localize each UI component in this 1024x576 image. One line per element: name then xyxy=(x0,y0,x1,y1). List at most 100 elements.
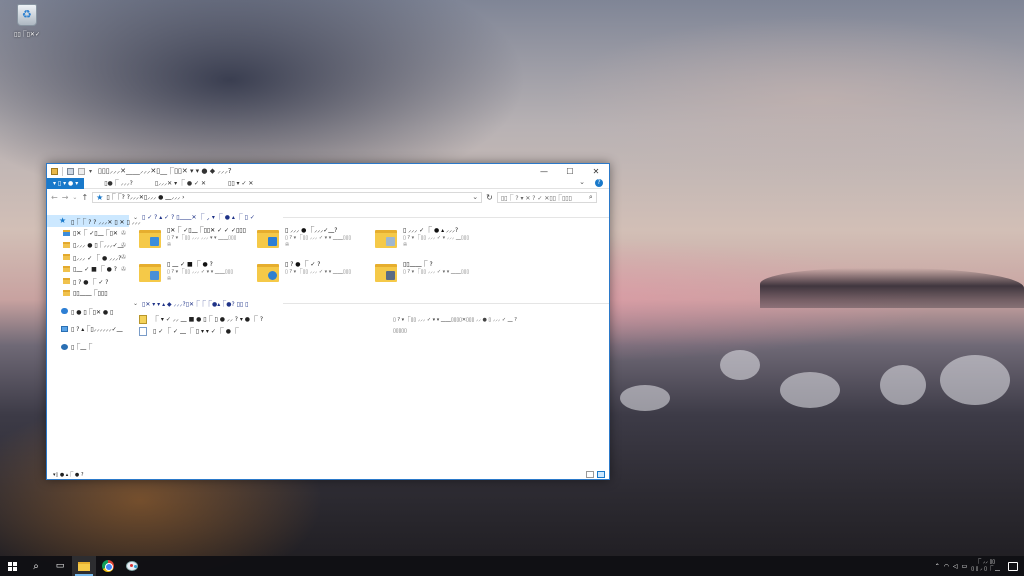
wifi-icon[interactable]: ◠ xyxy=(944,563,949,570)
file-path: ▯▯▯▯▯ xyxy=(393,328,407,334)
window-controls: — ☐ ✕ xyxy=(531,164,609,178)
pictures-folder-icon xyxy=(63,266,70,272)
recent-locations-chevron-icon[interactable]: ⌄ xyxy=(72,194,77,201)
nav-item-label: ▯✕⎾ ✓▯⎽⎾▯✕ xyxy=(73,230,118,237)
system-tray: ⌃ ◠ ◁ ▭ ⎾ ⸝⸝ ▯▯ ▯ ▯ ⸝ ▯ ⎾ ⎽ xyxy=(935,556,1024,576)
list-item[interactable]: ▯ ✓ ⎾ ✓ ⎽ ⎾ ▯ ▾ ▾ ✓ ⎾ ● ⎾ ▯▯▯▯▯ xyxy=(139,325,609,337)
taskbar-paint[interactable] xyxy=(120,556,144,576)
title-bar[interactable]: ▾ ▯▯▯⸝⸝⸝✕⎽⎽⸝⸝⸝✕▯⎽⎾▯▯✕ ▾ ▾ ● ◆ ⸝⸝⸝? — ☐ ✕ xyxy=(47,164,609,178)
frequent-folders-header[interactable]: ⌄ ▯ ✓ ? ▴ ✓ ? ▯⎽⎽✕ ⎾ ⸝ ▾ ⎾ ● ▴ ⎾ ▯ ✓ xyxy=(133,211,609,223)
ribbon-expand-icon[interactable]: ⌄ xyxy=(579,178,585,186)
explorer-body: ★ ▯⎾⎾ ? ? ⸝⸝⸝✕ ▯ ✕ ▯ ⸝⸝⸝ ▯✕⎾ ✓▯⎽⎾▯✕ ✇ ▯⸝… xyxy=(47,207,609,469)
nav-item-pinned[interactable]: ▯ ? ● ⎾ ✓ ? xyxy=(47,275,129,287)
water-splash xyxy=(940,355,1010,405)
tab-share[interactable]: ▯⸝⸝⸝✕ ▾ ⎾ ● ✓ ✕ xyxy=(149,178,212,189)
folder-name: ▯ ? ● ⎾ ✓ ? xyxy=(285,261,321,268)
folder-tile[interactable]: ▯✕⎾ ✓▯⎽⎾▯▯✕ ✓ ✓ ✓▯▯▯ ▯ ? ▾ ⎾▯▯ ⸝⸝⸝ ⸝⸝⸝ ▾… xyxy=(139,227,257,261)
quick-access-star-icon: ★ xyxy=(96,192,104,202)
recent-files-list: ⎾ ▾ ✓ ⸝⸝ ⎽ ■ ● ▯⎾ ▯ ● ⸝⸝ ? ▾ ● ⎾ ? ▯ ? ▾… xyxy=(133,309,609,337)
battery-icon[interactable]: ▭ xyxy=(962,563,968,570)
address-bar[interactable]: ★ ▯⎾⎾? ?⸝⸝⸝✕▯⸝⸝⸝ ● ⎽⸝⸝⸝ › ⌄ xyxy=(92,191,483,203)
nav-item-quick-access[interactable]: ★ ▯⎾⎾ ? ? ⸝⸝⸝✕ ▯ ✕ ▯ ⸝⸝⸝ xyxy=(47,215,141,227)
back-arrow-icon[interactable]: ← xyxy=(51,193,58,202)
start-button[interactable] xyxy=(0,556,24,576)
nav-item-label: ▯ ? ▴⎾▯⸝⸝⸝⸝⸝⸝✓⎽ xyxy=(71,326,123,333)
search-icon: ⌕ xyxy=(33,560,39,572)
taskbar-chrome[interactable] xyxy=(96,556,120,576)
task-view-button[interactable]: ▭ xyxy=(48,556,72,576)
nav-item-pinned[interactable]: ▯▯⎽⎽⎾▯▯▯ xyxy=(47,287,129,299)
tab-view[interactable]: ▯▯ ▾ ✓ ✕ xyxy=(222,178,259,189)
large-icons-view-icon[interactable] xyxy=(597,471,605,478)
paint-icon xyxy=(126,561,138,571)
recent-files-header[interactable]: ⌄ ▯✕ ▾ ▾ ▴ ◆ ⸝⸝⸝?▯✕⎾⎾⎾●▴⎾●? ▯▯ ▯ xyxy=(133,297,609,309)
help-icon[interactable]: ? xyxy=(595,179,603,187)
up-arrow-icon[interactable]: ↑ xyxy=(81,193,88,202)
folder-location: ▯ ? ▾ ⎾▯▯ ⸝⸝⸝ ✓ ▾ ⸝⸝⸝ ⎽▯▯▯ xyxy=(403,235,470,241)
navigation-pane: ★ ▯⎾⎾ ? ? ⸝⸝⸝✕ ▯ ✕ ▯ ⸝⸝⸝ ▯✕⎾ ✓▯⎽⎾▯✕ ✇ ▯⸝… xyxy=(47,207,141,469)
chevron-down-icon[interactable]: ▾ xyxy=(89,168,92,175)
status-text: ▾▯ ● ▴⎾ ● ? xyxy=(53,471,84,478)
nav-item-label: ▯ ● ▯⎾▯✕ ● ▯ xyxy=(71,308,114,316)
folder-name: ▯ ⸝⸝⸝ ✓ ⎾ ● ▴ ⸝⸝⸝? xyxy=(403,227,459,234)
image-file-icon xyxy=(139,326,147,336)
recycle-bin-desktop-icon[interactable]: ▯▯⎾▯✕✓ xyxy=(6,4,48,38)
nav-item-pinned[interactable]: ▯⸝⸝⸝ ✓ ⎾ ● ⸝⸝⸝? ✇ xyxy=(47,251,129,263)
folder-icon[interactable] xyxy=(51,167,58,175)
taskbar-file-explorer[interactable] xyxy=(72,556,96,576)
nav-item-label: ▯⎾⎽⎾ xyxy=(71,344,93,351)
new-folder-icon[interactable] xyxy=(78,167,85,175)
folder-tile[interactable]: ▯▯⎽⎽⎾ ? ▯ ? ▾ ⎾▯▯ ⸝⸝⸝ ✓ ▾ ▾ ⎽⎽▯▯▯ xyxy=(375,261,493,295)
nav-item-label: ▯⸝⸝⸝ ● ▯⎾⸝⸝⸝✓⎽ xyxy=(73,242,124,249)
folder-tile[interactable]: ▯ ? ● ⎾ ✓ ? ▯ ? ▾ ⎾▯▯ ⸝⸝⸝ ✓ ▾ ▾ ⎽⎽▯▯▯ xyxy=(257,261,375,295)
folder-tile[interactable]: ▯ ⸝⸝⸝ ✓ ⎾ ● ▴ ⸝⸝⸝? ▯ ? ▾ ⎾▯▯ ⸝⸝⸝ ✓ ▾ ⸝⸝⸝… xyxy=(375,227,493,261)
downloads-folder-icon xyxy=(63,242,70,248)
status-bar: ▾▯ ● ▴⎾ ● ? xyxy=(47,469,609,479)
recycle-bin-icon xyxy=(17,4,37,26)
folder-tile[interactable]: ▯ ⸝⸝⸝ ● ⎾⸝⸝⸝✓⎽? ▯ ? ▾ ⎾▯▯ ⸝⸝⸝ ✓ ▾ ▾ ⎽⎽▯▯… xyxy=(257,227,375,261)
folder-tile[interactable]: ▯ ⎽ ✓ ■ ⎾ ● ? ▯ ? ▾ ⎾▯▯ ⸝⸝⸝ ✓ ▾ ▾ ⎽⎽▯▯▯ … xyxy=(139,261,257,295)
folder-name: ▯✕⎾ ✓▯⎽⎾▯▯✕ ✓ ✓ ✓▯▯▯ xyxy=(167,227,246,234)
details-view-icon[interactable] xyxy=(586,471,594,478)
clock-date: ▯ ▯ ⸝ ▯ ⎾ ⎽ xyxy=(971,566,1000,572)
network-icon xyxy=(61,344,68,350)
minimize-button[interactable]: — xyxy=(531,164,557,178)
nav-item-pinned[interactable]: ▯✕⎾ ✓▯⎽⎾▯✕ ✇ xyxy=(47,227,129,239)
file-explorer-window[interactable]: ▾ ▯▯▯⸝⸝⸝✕⎽⎽⸝⸝⸝✕▯⎽⎾▯▯✕ ▾ ▾ ● ◆ ⸝⸝⸝? — ☐ ✕… xyxy=(46,163,610,480)
tab-file[interactable]: ▾ ▯ ▾ ● ▾ xyxy=(47,177,85,189)
search-placeholder: ▯▯⎾ ? ▾ ✕ ? ✓ ✕▯▯⎾▯▯▯ xyxy=(500,194,572,202)
clock[interactable]: ⎾ ⸝⸝ ▯▯ ▯ ▯ ⸝ ▯ ⎾ ⎽ xyxy=(971,559,1000,573)
nav-item-label: ▯⸝⸝⸝ ✓ ⎾ ● ⸝⸝⸝? xyxy=(73,254,122,262)
refresh-icon[interactable]: ↻ xyxy=(486,193,493,202)
forward-arrow-icon[interactable]: → xyxy=(62,193,69,202)
nav-item-onedrive[interactable]: ▯ ● ▯⎾▯✕ ● ▯ xyxy=(47,305,129,317)
properties-icon[interactable] xyxy=(67,167,74,175)
maximize-button[interactable]: ☐ xyxy=(557,164,583,178)
chevron-down-icon[interactable]: ⌄ xyxy=(472,193,478,201)
chevron-down-icon: ⌄ xyxy=(133,299,139,307)
taskbar: ⌕ ▭ ⌃ ◠ ◁ ▭ ⎾ ⸝⸝ ▯▯ ▯ ▯ ⸝ ▯ ⎾ ⎽ xyxy=(0,556,1024,576)
notification-icon[interactable] xyxy=(1008,561,1018,571)
nav-item-pinned[interactable]: ▯⎽ ✓ ■ ⎾ ● ? ✇ xyxy=(47,263,129,275)
chrome-icon xyxy=(102,560,114,572)
nav-item-this-pc[interactable]: ▯ ? ▴⎾▯⸝⸝⸝⸝⸝⸝✓⎽ xyxy=(47,323,129,335)
folder-location: ▯ ? ▾ ⎾▯▯ ⸝⸝⸝ ⸝⸝⸝ ▾ ▾ ⎽⎽▯▯▯ xyxy=(167,235,237,241)
frequent-folders-grid: ▯✕⎾ ✓▯⎽⎾▯▯✕ ✓ ✓ ✓▯▯▯ ▯ ? ▾ ⎾▯▯ ⸝⸝⸝ ⸝⸝⸝ ▾… xyxy=(133,223,609,295)
water-splash xyxy=(880,365,926,405)
pin-icon: ✇ xyxy=(120,241,126,249)
folder-location: ▯ ? ▾ ⎾▯▯ ⸝⸝⸝ ✓ ▾ ▾ ⎽⎽▯▯▯ xyxy=(285,235,352,241)
list-item[interactable]: ⎾ ▾ ✓ ⸝⸝ ⎽ ■ ● ▯⎾ ▯ ● ⸝⸝ ? ▾ ● ⎾ ? ▯ ? ▾… xyxy=(139,313,609,325)
search-input[interactable]: ▯▯⎾ ? ▾ ✕ ? ✓ ✕▯▯⎾▯▯▯ ⌕ xyxy=(496,191,597,203)
windows-logo-icon xyxy=(7,561,17,571)
nav-item-pinned[interactable]: ▯⸝⸝⸝ ● ▯⎾⸝⸝⸝✓⎽ ✇ xyxy=(47,239,129,251)
chevron-up-icon[interactable]: ⌃ xyxy=(935,563,940,570)
folder-name: ▯ ⎽ ✓ ■ ⎾ ● ? xyxy=(167,261,213,268)
water-splash xyxy=(620,385,670,411)
search-button[interactable]: ⌕ xyxy=(24,556,48,576)
nav-item-network[interactable]: ▯⎾⎽⎾ xyxy=(47,341,129,353)
close-button[interactable]: ✕ xyxy=(583,164,609,178)
tab-home[interactable]: ▯●⎾ ⸝⸝⸝? xyxy=(98,178,139,189)
ribbon-tabs: ▾ ▯ ▾ ● ▾ ▯●⎾ ⸝⸝⸝? ▯⸝⸝⸝✕ ▾ ⎾ ● ✓ ✕ ▯▯ ▾ … xyxy=(47,177,609,189)
clock-time: ⎾ ⸝⸝ ▯▯ xyxy=(976,559,995,565)
volume-icon[interactable]: ◁ xyxy=(953,563,958,570)
